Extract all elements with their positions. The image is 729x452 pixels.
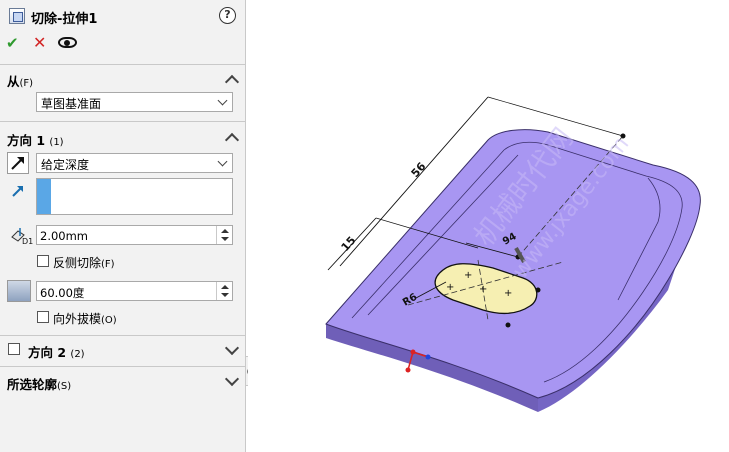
feature-title: 切除-拉伸1: [31, 12, 98, 27]
depth-input[interactable]: 2.00mm: [36, 225, 233, 245]
divider: [0, 335, 246, 336]
from-select-value: 草图基准面: [41, 97, 102, 111]
direction-vector-icon: [12, 186, 23, 197]
depth-icon: D1: [11, 228, 33, 246]
reverse-cut-checkbox[interactable]: [37, 255, 49, 267]
extruded-cut-icon: [9, 8, 25, 24]
reverse-cut-accel: (F): [101, 259, 115, 270]
reverse-direction-button[interactable]: [7, 152, 29, 174]
draft-toggle-button[interactable]: [7, 280, 31, 302]
end-condition-value: 给定深度: [41, 158, 90, 172]
cancel-x-icon[interactable]: ✕: [33, 33, 46, 52]
depth-value: 2.00mm: [40, 229, 89, 243]
sketch-point: [505, 322, 511, 328]
direction2-checkbox[interactable]: [8, 343, 20, 355]
dimension-15[interactable]: 15: [339, 234, 359, 254]
contours-expand-chevron-icon[interactable]: [224, 371, 240, 387]
help-icon[interactable]: ?: [219, 7, 236, 24]
draft-outward-label: 向外拔模(O): [53, 310, 117, 327]
from-section-accel: (F): [19, 78, 34, 89]
from-section-title: 从: [7, 74, 20, 89]
draft-angle-spinner[interactable]: [216, 282, 232, 300]
direction-selection-box[interactable]: [36, 178, 233, 215]
origin-icon: [405, 367, 411, 373]
selection-highlight: [37, 179, 51, 214]
model-view: + + + + 56 15 94 R6 机械时代网 www.jxage.com: [325, 96, 701, 412]
chevron-down-icon: [217, 156, 228, 167]
direction2-accel: (2): [70, 349, 85, 360]
divider: [0, 64, 246, 65]
draft-angle-value: 60.00度: [40, 286, 85, 300]
contours-title: 所选轮廓: [7, 377, 58, 392]
direction1-collapse-chevron-icon[interactable]: [224, 132, 240, 148]
contours-accel: (S): [57, 381, 72, 392]
sketch-point: +: [464, 270, 472, 281]
direction2-section-header[interactable]: 方向 2 (2): [28, 342, 85, 361]
end-condition-select[interactable]: 给定深度: [36, 153, 233, 173]
sketch-point: +: [446, 282, 454, 293]
reverse-direction-icon: [11, 157, 24, 170]
feature-title-row: 切除-拉伸1 ?: [0, 0, 246, 30]
from-select[interactable]: 草图基准面: [36, 92, 233, 112]
preview-eye-icon[interactable]: [58, 37, 77, 48]
direction1-title: 方向 1: [7, 133, 46, 148]
draft-angle-input[interactable]: 60.00度: [36, 281, 233, 301]
divider: [0, 366, 246, 367]
sketch-point: +: [479, 284, 487, 295]
from-section-header[interactable]: 从(F): [7, 71, 33, 90]
direction2-expand-chevron-icon[interactable]: [224, 340, 240, 356]
direction2-title: 方向 2: [28, 345, 67, 360]
sketch-point: [535, 287, 541, 293]
dimension-56[interactable]: 56: [409, 160, 429, 180]
divider: [0, 121, 246, 122]
action-row: ✔ ✕: [0, 32, 246, 54]
svg-text:D1: D1: [22, 237, 33, 246]
contours-section-header[interactable]: 所选轮廓(S): [7, 374, 71, 393]
property-manager: 切除-拉伸1 ? ✔ ✕ 从(F) 草图基准面 方向 1 (1) 给定深度 D1…: [0, 0, 246, 452]
depth-spinner[interactable]: [216, 226, 232, 244]
direction1-accel: (1): [49, 137, 64, 148]
draft-outward-accel: (O): [101, 315, 117, 326]
direction1-section-header[interactable]: 方向 1 (1): [7, 130, 64, 149]
chevron-down-icon: [217, 95, 228, 106]
origin-icon: [410, 349, 416, 355]
sketch-point: +: [504, 288, 512, 299]
draft-outward-checkbox[interactable]: [37, 311, 49, 323]
graphics-viewport[interactable]: + + + + 56 15 94 R6 机械时代网 www.jxage.com: [248, 0, 729, 452]
reverse-cut-text: 反侧切除: [53, 256, 102, 270]
ok-check-icon[interactable]: ✔: [6, 34, 19, 52]
origin-icon: [425, 354, 431, 360]
draft-outward-text: 向外拔模: [53, 312, 102, 326]
reverse-cut-label: 反侧切除(F): [53, 254, 115, 271]
from-collapse-chevron-icon[interactable]: [224, 74, 240, 90]
